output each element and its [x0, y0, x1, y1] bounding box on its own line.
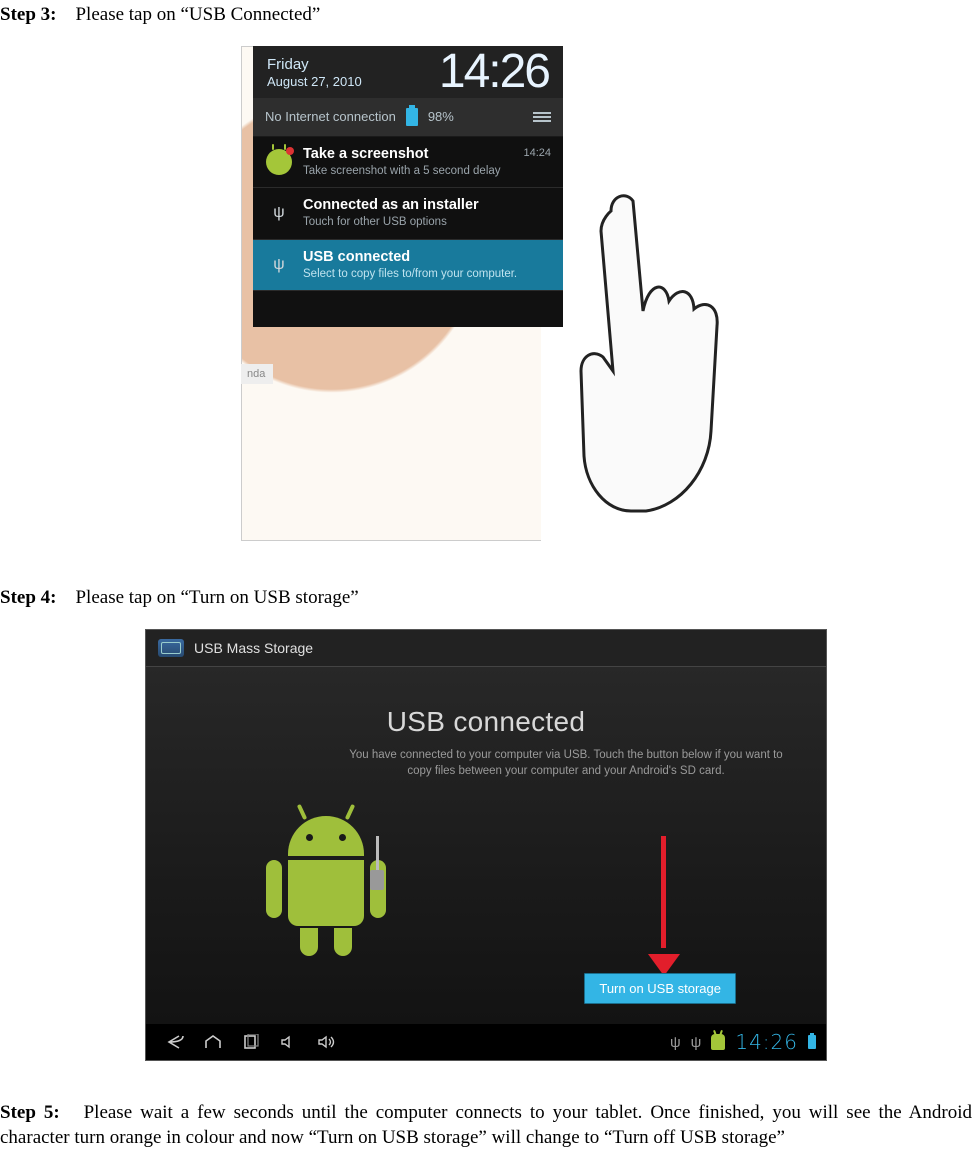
pointing-hand-icon — [551, 171, 741, 531]
battery-percent: 98% — [428, 109, 454, 124]
notification-screenshot[interactable]: Take a screenshot Take screenshot with a… — [253, 137, 563, 189]
step-5-text: Please wait a few seconds until the comp… — [0, 1102, 972, 1148]
usb-icon: ψ — [265, 199, 293, 227]
notification-installer[interactable]: ψ Connected as an installer Touch for ot… — [253, 188, 563, 240]
notif-time: 14:24 — [523, 147, 551, 159]
step-4-label: Step 4: — [0, 587, 56, 608]
shade-date: Friday August 27, 2010 — [267, 56, 362, 90]
battery-icon — [406, 108, 418, 126]
step-3-line: Step 3: Please tap on “USB Connected” — [0, 4, 972, 26]
usb-storage-app-icon — [158, 639, 184, 657]
android-status-icon — [711, 1034, 725, 1050]
usb-connected-heading: USB connected — [146, 706, 826, 738]
volume-down-button[interactable] — [270, 1033, 308, 1051]
system-clock: 14:26 — [735, 1030, 798, 1054]
shade-footer — [253, 291, 563, 327]
step-5-label: Step 5: — [0, 1102, 60, 1123]
volume-up-button[interactable] — [308, 1033, 346, 1051]
usb-status-icon: ψ — [670, 1034, 681, 1051]
shade-full-date: August 27, 2010 — [267, 74, 362, 90]
step-3-text: Please tap on “USB Connected” — [75, 4, 320, 25]
android-bug-icon — [265, 148, 293, 176]
android-robot-graphic — [266, 816, 386, 956]
step-4-text: Please tap on “Turn on USB storage” — [75, 587, 358, 608]
shade-status-row[interactable]: No Internet connection 98% — [253, 98, 563, 137]
back-button[interactable] — [156, 1033, 194, 1051]
notif-subtitle: Take screenshot with a 5 second delay — [303, 165, 501, 178]
usb-connected-description: You have connected to your computer via … — [346, 748, 786, 779]
screenshot-notification-shade: nda Friday August 27, 2010 14:26 No Inte… — [241, 46, 731, 541]
notif-subtitle: Select to copy files to/from your comput… — [303, 268, 517, 281]
usb-main-area: USB connected You have connected to your… — [146, 666, 826, 1024]
system-status-area[interactable]: ψ ψ 14:26 — [670, 1030, 816, 1054]
notif-title: USB connected — [303, 250, 517, 266]
home-button[interactable] — [194, 1033, 232, 1051]
screenshot-usb-storage: USB Mass Storage USB connected You have … — [145, 629, 827, 1061]
usb-cable-icon — [362, 836, 392, 892]
settings-sliders-icon[interactable] — [533, 110, 551, 124]
recent-apps-button[interactable] — [232, 1033, 270, 1051]
notification-shade: Friday August 27, 2010 14:26 No Internet… — [253, 46, 563, 327]
battery-status-icon — [808, 1035, 816, 1049]
notification-usb-connected[interactable]: ψ USB connected Select to copy files to/… — [253, 240, 563, 292]
red-arrow-annotation — [648, 836, 678, 976]
turn-on-usb-storage-button[interactable]: Turn on USB storage — [584, 973, 736, 1004]
background-partial-text: nda — [241, 364, 273, 384]
no-internet-label: No Internet connection — [265, 109, 396, 124]
step-4-line: Step 4: Please tap on “Turn on USB stora… — [0, 587, 972, 609]
usb-status-icon: ψ — [691, 1034, 702, 1051]
notif-title: Connected as an installer — [303, 198, 479, 214]
usb-icon: ψ — [265, 251, 293, 279]
usb-titlebar: USB Mass Storage — [146, 630, 826, 667]
step-3-label: Step 3: — [0, 4, 56, 25]
figure-step3: nda Friday August 27, 2010 14:26 No Inte… — [0, 46, 972, 547]
shade-day: Friday — [267, 56, 362, 74]
usb-titlebar-text: USB Mass Storage — [194, 640, 313, 656]
notif-subtitle: Touch for other USB options — [303, 216, 479, 229]
shade-big-clock: 14:26 — [439, 44, 549, 99]
figure-step4: USB Mass Storage USB connected You have … — [0, 629, 972, 1061]
notif-title: Take a screenshot — [303, 147, 501, 163]
system-navigation-bar: ψ ψ 14:26 — [146, 1024, 826, 1060]
shade-header: Friday August 27, 2010 14:26 — [253, 46, 563, 98]
